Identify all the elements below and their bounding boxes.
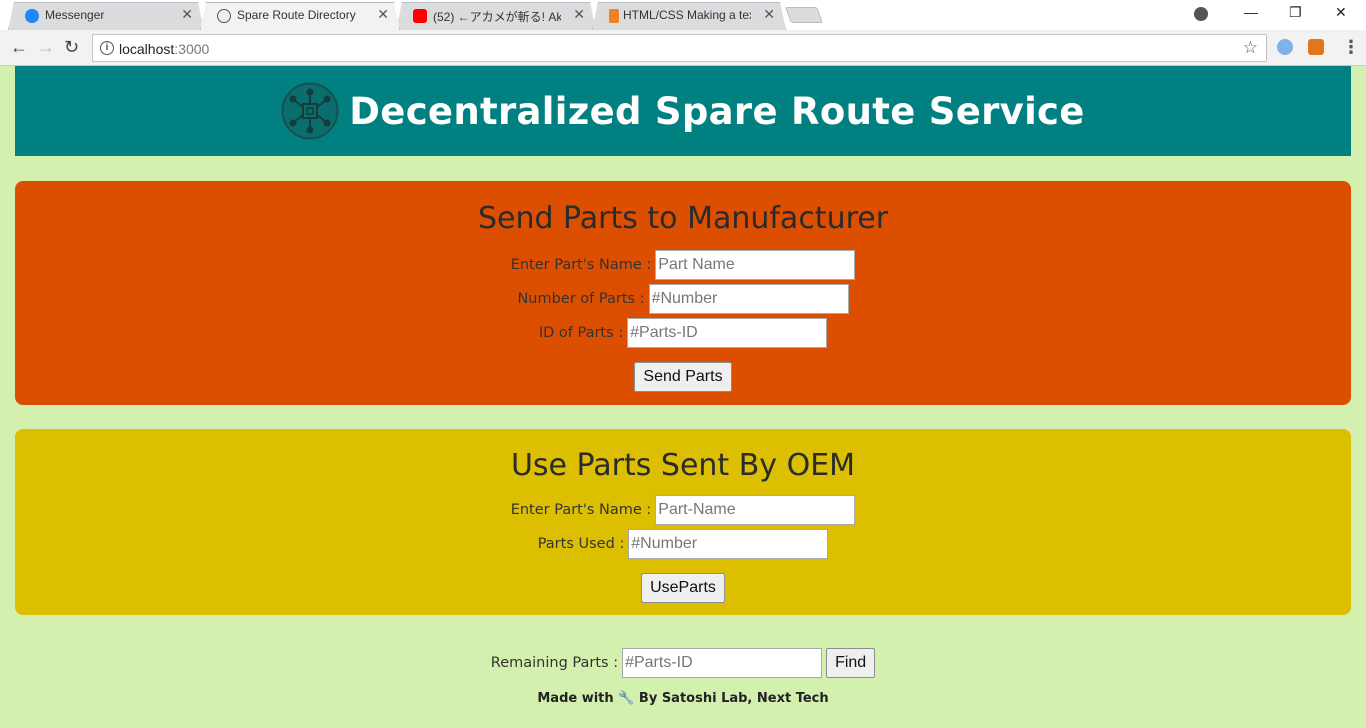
more-menu-icon[interactable]: ⋮ (1342, 37, 1360, 58)
tab-title: Spare Route Directory (237, 8, 356, 22)
minimize-button[interactable]: — (1244, 4, 1258, 20)
send-panel-title: Send Parts to Manufacturer (477, 201, 889, 236)
url-host: localhost (119, 41, 175, 57)
use-button-row: UseParts (15, 571, 1351, 605)
parts-used-input[interactable] (628, 529, 829, 559)
header-banner: Decentralized Spare Route Service (15, 66, 1351, 156)
send-parts-button[interactable]: Send Parts (634, 362, 732, 392)
tab-spare-route-directory[interactable]: Spare Route Directory ✕ (200, 2, 400, 30)
use-panel-title: Use Parts Sent By OEM (510, 448, 856, 483)
stackoverflow-icon (609, 9, 619, 23)
close-icon[interactable]: ✕ (377, 6, 389, 23)
info-icon[interactable]: i (100, 41, 114, 55)
use-parts-button[interactable]: UseParts (641, 573, 725, 603)
tab-messenger[interactable]: Messenger ✕ (8, 2, 204, 30)
close-icon[interactable]: ✕ (181, 6, 193, 23)
send-number-row: Number of Parts : (15, 282, 1351, 316)
part-name-label: Enter Part's Name : (510, 257, 652, 273)
close-icon[interactable]: ✕ (573, 6, 585, 23)
footer: Made with 🔧 By Satoshi Lab, Next Tech (0, 691, 1366, 706)
use-parts-panel: Use Parts Sent By OEM Enter Part's Name … (15, 429, 1351, 615)
send-id-row: ID of Parts : (15, 316, 1351, 350)
url-text: localhost:3000 (119, 41, 209, 57)
remaining-parts-label: Remaining Parts : (490, 655, 619, 671)
tab-stackoverflow[interactable]: HTML/CSS Making a text ✕ (592, 2, 786, 30)
browser-toolbar: ← → ↻ i localhost:3000 ☆ ⋮ (0, 30, 1366, 66)
tab-title: Messenger (45, 8, 105, 22)
url-port: :3000 (174, 41, 210, 57)
parts-used-label: Parts Used : (537, 536, 625, 552)
part-name-input[interactable] (655, 250, 856, 280)
extension-network-icon[interactable] (1277, 39, 1293, 55)
back-arrow-icon[interactable]: ← (10, 37, 28, 57)
restore-button[interactable]: ❐ (1289, 4, 1302, 21)
page-title: Decentralized Spare Route Service (349, 89, 1085, 133)
metamask-fox-icon[interactable] (1308, 39, 1324, 55)
use-part-name-input[interactable] (655, 495, 856, 525)
network-logo-icon (281, 82, 339, 140)
messenger-icon (25, 9, 39, 23)
new-tab-button[interactable] (785, 7, 823, 23)
tab-title: HTML/CSS Making a text (623, 8, 751, 22)
reload-icon[interactable]: ↻ (64, 37, 79, 57)
address-bar[interactable]: i localhost:3000 ☆ (92, 34, 1267, 62)
profile-icon[interactable] (1194, 7, 1208, 21)
close-window-button[interactable]: ✕ (1335, 4, 1347, 21)
number-of-parts-label: Number of Parts : (517, 291, 645, 307)
tab-youtube[interactable]: (52) ←アカメが斬る! Akame ✕ (396, 2, 596, 30)
part-name-label: Enter Part's Name : (510, 502, 652, 518)
footer-prefix: Made with (537, 691, 614, 706)
find-button[interactable]: Find (826, 648, 876, 678)
parts-used-row: Parts Used : (15, 527, 1351, 561)
footer-suffix: By Satoshi Lab, Next Tech (638, 691, 829, 706)
send-parts-panel: Send Parts to Manufacturer Enter Part's … (15, 181, 1351, 405)
parts-id-input[interactable] (627, 318, 828, 348)
send-button-row: Send Parts (15, 360, 1351, 394)
network-icon (217, 9, 231, 23)
remaining-parts-id-input[interactable] (622, 648, 823, 678)
tab-title: (52) ←アカメが斬る! Akame (433, 10, 561, 24)
tab-strip: Messenger ✕ Spare Route Directory ✕ (52)… (0, 0, 1366, 30)
forward-arrow-icon[interactable]: → (37, 37, 55, 57)
remaining-parts-row: Remaining Parts : Find (0, 648, 1366, 678)
send-part-name-row: Enter Part's Name : (15, 248, 1351, 282)
wrench-icon: 🔧 (618, 691, 635, 706)
number-of-parts-input[interactable] (648, 284, 849, 314)
bookmark-star-icon[interactable]: ☆ (1243, 38, 1258, 58)
close-icon[interactable]: ✕ (763, 6, 775, 23)
use-part-name-row: Enter Part's Name : (15, 493, 1351, 527)
parts-id-label: ID of Parts : (538, 325, 624, 341)
youtube-icon (413, 9, 427, 23)
